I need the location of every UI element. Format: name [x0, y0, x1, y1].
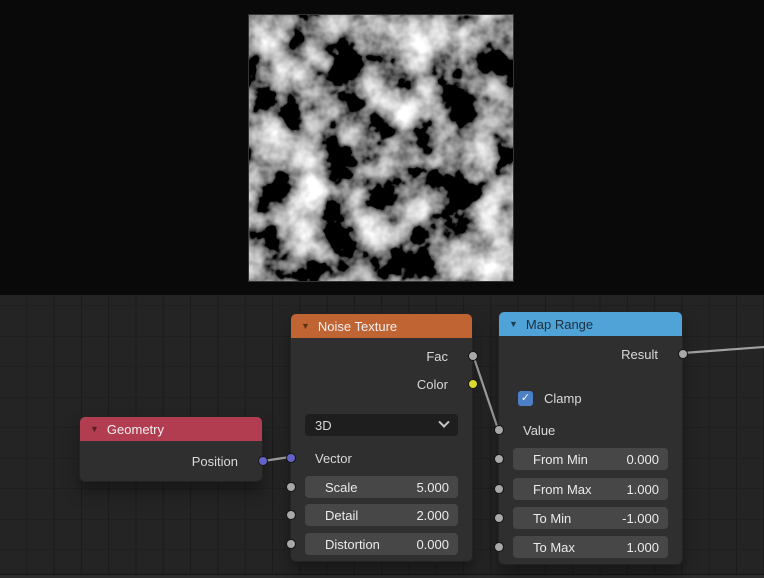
socket-color-output[interactable]	[468, 379, 478, 389]
noise-texture-preview	[248, 14, 514, 282]
slider-label: To Min	[533, 511, 571, 526]
slider-value: 5.000	[416, 480, 449, 495]
node-map-range[interactable]: ▼ Map Range Result ✓ Clamp Value From Mi…	[498, 311, 683, 565]
slider-label: From Max	[533, 482, 592, 497]
collapse-arrow-icon[interactable]: ▼	[509, 319, 518, 329]
input-label: Vector	[315, 451, 352, 466]
slider-value: 1.000	[626, 540, 659, 555]
slider-label: From Min	[533, 452, 588, 467]
node-title: Geometry	[107, 422, 164, 437]
slider-value: -1.000	[622, 511, 659, 526]
from-max-slider[interactable]: From Max 1.000	[513, 478, 668, 500]
clamp-checkbox-row: ✓ Clamp	[499, 388, 682, 408]
output-row-color: Color	[291, 370, 472, 398]
node-title: Noise Texture	[318, 319, 397, 334]
dropdown-value: 3D	[315, 418, 332, 433]
output-label: Color	[417, 377, 448, 392]
node-geometry-header[interactable]: ▼ Geometry	[80, 417, 262, 441]
editor-bottom-strip	[0, 574, 764, 578]
slider-value: 1.000	[626, 482, 659, 497]
socket-position-output[interactable]	[258, 456, 268, 466]
output-row-fac: Fac	[291, 342, 472, 370]
slider-label: Scale	[325, 480, 358, 495]
slider-label: To Max	[533, 540, 575, 555]
output-row-result: Result	[499, 340, 682, 368]
socket-detail-input[interactable]	[286, 510, 296, 520]
blender-shader-editor-window: ▼ Geometry Position ▼ Noise Texture Fac …	[0, 0, 764, 578]
node-noise-texture[interactable]: ▼ Noise Texture Fac Color 3D Vector Scal…	[290, 313, 473, 562]
socket-to-min-input[interactable]	[494, 513, 504, 523]
distortion-slider[interactable]: Distortion 0.000	[305, 533, 458, 555]
slider-label: Distortion	[325, 537, 380, 552]
socket-scale-input[interactable]	[286, 482, 296, 492]
from-min-slider[interactable]: From Min 0.000	[513, 448, 668, 470]
to-min-slider[interactable]: To Min -1.000	[513, 507, 668, 529]
node-map-range-header[interactable]: ▼ Map Range	[499, 312, 682, 336]
socket-to-max-input[interactable]	[494, 542, 504, 552]
noise-preview-image	[249, 15, 513, 281]
slider-value: 0.000	[626, 452, 659, 467]
socket-vector-input[interactable]	[286, 453, 296, 463]
collapse-arrow-icon[interactable]: ▼	[301, 321, 310, 331]
slider-label: Detail	[325, 508, 358, 523]
input-row-value: Value	[499, 416, 682, 444]
checkbox-label: Clamp	[544, 391, 582, 406]
output-row-position: Position	[80, 447, 262, 475]
node-geometry[interactable]: ▼ Geometry Position	[79, 416, 263, 482]
node-noise-texture-header[interactable]: ▼ Noise Texture	[291, 314, 472, 338]
preview-backdrop	[0, 0, 764, 295]
socket-result-output[interactable]	[678, 349, 688, 359]
slider-value: 2.000	[416, 508, 449, 523]
chevron-down-icon	[438, 417, 449, 428]
output-label: Position	[192, 454, 238, 469]
detail-slider[interactable]: Detail 2.000	[305, 504, 458, 526]
to-max-slider[interactable]: To Max 1.000	[513, 536, 668, 558]
socket-fac-output[interactable]	[468, 351, 478, 361]
clamp-checkbox[interactable]: ✓	[518, 391, 533, 406]
collapse-arrow-icon[interactable]: ▼	[90, 424, 99, 434]
scale-slider[interactable]: Scale 5.000	[305, 476, 458, 498]
input-row-vector: Vector	[291, 444, 472, 472]
input-label: Value	[523, 423, 555, 438]
output-label: Fac	[426, 349, 448, 364]
slider-value: 0.000	[416, 537, 449, 552]
socket-distortion-input[interactable]	[286, 539, 296, 549]
dimensions-dropdown[interactable]: 3D	[305, 414, 458, 436]
socket-value-input[interactable]	[494, 425, 504, 435]
node-title: Map Range	[526, 317, 593, 332]
socket-from-max-input[interactable]	[494, 484, 504, 494]
socket-from-min-input[interactable]	[494, 454, 504, 464]
output-label: Result	[621, 347, 658, 362]
